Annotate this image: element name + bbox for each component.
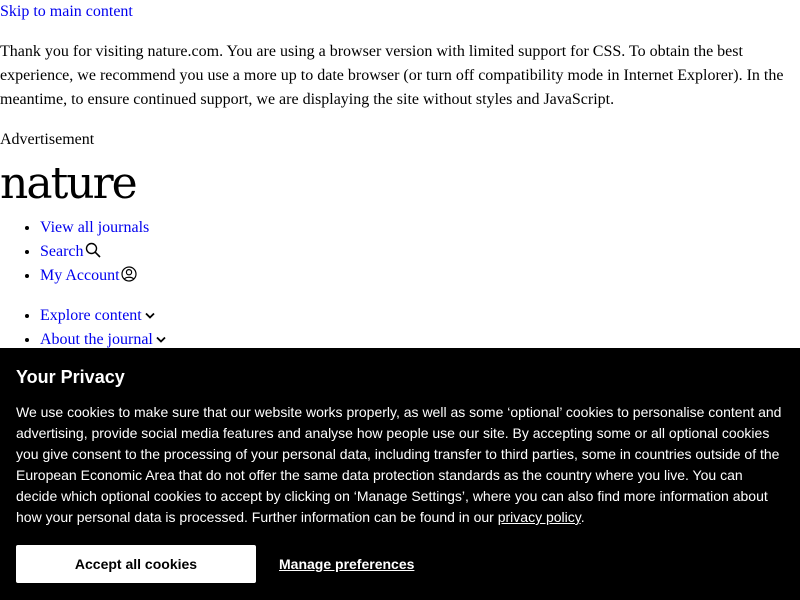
accept-all-cookies-button[interactable]: Accept all cookies bbox=[16, 545, 256, 583]
search-icon bbox=[85, 242, 101, 258]
privacy-policy-link[interactable]: privacy policy bbox=[498, 509, 581, 525]
skip-to-main-link[interactable]: Skip to main content bbox=[0, 0, 133, 24]
view-all-journals-link[interactable]: View all journals bbox=[40, 219, 149, 236]
my-account-link[interactable]: My Account bbox=[40, 266, 137, 284]
cookie-body-end: . bbox=[580, 509, 585, 525]
browser-notice: Thank you for visiting nature.com. You a… bbox=[0, 43, 784, 108]
manage-preferences-button[interactable]: Manage preferences bbox=[279, 545, 414, 583]
cookie-banner: Your Privacy We use cookies to make sure… bbox=[0, 348, 800, 600]
search-label: Search bbox=[40, 243, 84, 260]
my-account-label: My Account bbox=[40, 267, 120, 284]
user-icon bbox=[120, 266, 137, 282]
cookie-banner-title: Your Privacy bbox=[16, 367, 125, 387]
explore-content-label: Explore content bbox=[40, 307, 142, 324]
nav-item-explore-content: Explore content bbox=[40, 304, 168, 328]
explore-content-link[interactable]: Explore content bbox=[40, 307, 157, 324]
advertisement-label: Advertisement bbox=[0, 131, 95, 148]
header-nav: View all journals Search My Account bbox=[0, 216, 149, 288]
cookie-banner-text: We use cookies to make sure that our web… bbox=[16, 402, 786, 528]
chevron-down-icon bbox=[156, 336, 166, 343]
nav-item-view-all-journals: View all journals bbox=[40, 216, 149, 240]
about-journal-link[interactable]: About the journal bbox=[40, 331, 168, 348]
nav-item-my-account: My Account bbox=[40, 264, 149, 288]
about-journal-label: About the journal bbox=[40, 331, 153, 348]
nature-logo[interactable]: nature bbox=[0, 162, 138, 206]
cookie-body-text: We use cookies to make sure that our web… bbox=[16, 404, 782, 525]
search-link[interactable]: Search bbox=[40, 242, 101, 260]
main-nav: Explore content About the journal bbox=[0, 304, 168, 352]
nav-item-search: Search bbox=[40, 240, 149, 264]
chevron-down-icon bbox=[145, 312, 155, 319]
